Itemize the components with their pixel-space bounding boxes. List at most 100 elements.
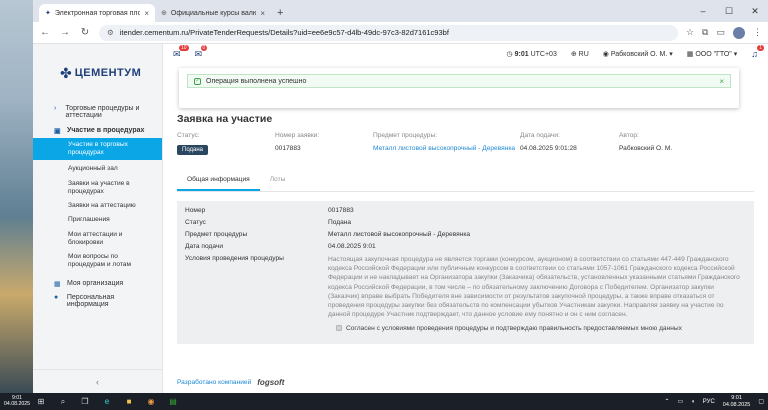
window-controls: – ☐ ✕ — [690, 0, 768, 22]
network-icon[interactable]: ▭ — [677, 398, 683, 405]
minimize-icon[interactable]: – — [690, 0, 716, 22]
browser-tab[interactable]: ⊕ Официальные курсы валют н... × — [155, 4, 271, 22]
address-bar: ← → ↻ ⚙ itender.cementum.ru/PrivateTende… — [33, 22, 768, 44]
meta-number: Номер заявки: 0017883 — [275, 132, 373, 155]
sidebar-item-attestation-requests[interactable]: Заявки на аттестацию — [33, 199, 162, 213]
logo-text: ЦЕМЕНТУМ — [74, 67, 142, 79]
procedure-link[interactable]: Металл листовой высокопрочный - Деревянк… — [328, 231, 746, 238]
task-view-icon[interactable]: ❐ — [74, 397, 96, 406]
close-tab-icon[interactable]: × — [260, 9, 265, 18]
sidebar-item-requests[interactable]: Заявки на участие в процедурах — [33, 177, 162, 199]
new-tab-button[interactable]: + — [271, 7, 289, 22]
detail-key: Условия проведения процедуры — [185, 255, 284, 262]
site-favicon-icon: ✦ — [45, 10, 51, 17]
agree-checkbox[interactable]: Согласен с условиями проведения процедур… — [336, 325, 746, 332]
close-window-icon[interactable]: ✕ — [742, 0, 768, 22]
bell-icon[interactable]: ♫ 1 — [751, 45, 765, 59]
logo[interactable]: ✤ ЦЕМЕНТУМ — [33, 44, 162, 102]
detail-key: Номер — [185, 207, 206, 214]
meta-label: Автор: — [619, 132, 639, 139]
site-info-icon[interactable]: ⚙ — [107, 28, 114, 37]
detail-value: 04.08.2025 9:01 — [328, 243, 376, 250]
excel-icon[interactable]: ▤ — [162, 397, 184, 406]
input-language[interactable]: РУС — [703, 399, 715, 405]
sidebar-item-auction-hall[interactable]: Аукционный зал — [33, 162, 162, 176]
user-menu[interactable]: ◉ Рабковский О. М. ▾ — [603, 50, 673, 58]
maximize-icon[interactable]: ☐ — [716, 0, 742, 22]
clock-time: 9:01 — [514, 51, 529, 58]
extensions-icon[interactable]: ⧉ — [702, 27, 708, 38]
footer-developed-link[interactable]: Разработано компанией — [177, 379, 251, 386]
sidebar-item-invitations[interactable]: Приглашения — [33, 213, 162, 227]
sidebar-group-participation[interactable]: ▣ Участие в процедурах — [33, 124, 162, 138]
url-text: itender.cementum.ru/PrivateTenderRequest… — [119, 28, 449, 37]
sidebar: ✤ ЦЕМЕНТУМ › Торговые процедуры и аттест… — [33, 44, 163, 393]
sidebar-item-questions[interactable]: Мои вопросы по процедурам и лотам — [33, 250, 162, 272]
file-explorer-icon[interactable]: ■ — [118, 397, 140, 406]
tab-lots[interactable]: Лоты — [260, 170, 296, 191]
language-switch[interactable]: ⊕ RU — [571, 50, 589, 58]
detail-row: Статус Подана — [185, 219, 746, 226]
sidepanel-icon[interactable]: ▭ — [716, 27, 725, 38]
sidebar-item-participation[interactable]: Участие в торговых процедурах — [33, 138, 162, 161]
sidebar-group-organization[interactable]: ▦ Моя организация — [33, 277, 162, 291]
check-icon: ✓ — [194, 77, 201, 85]
reload-icon[interactable]: ↻ — [79, 27, 91, 38]
meta-procedure: Предмет процедуры: Металл листовой высок… — [373, 132, 520, 155]
chrome-icon[interactable]: ◉ — [140, 397, 162, 406]
browser-tab-active[interactable]: ✦ Электронная торговая площ... × — [39, 4, 155, 22]
taskbar-clock[interactable]: 9:01 04.08.2025 — [723, 395, 751, 407]
tray-chevron-icon[interactable]: ⌃ — [664, 398, 669, 405]
fogsoft-logo[interactable]: fogsoft — [257, 378, 284, 387]
meta-value: Рабковский О. М. — [619, 145, 673, 152]
volume-icon[interactable]: ◖ — [691, 399, 695, 405]
profile-avatar[interactable] — [733, 26, 745, 39]
sidebar-collapse-icon[interactable]: ‹ — [33, 369, 162, 393]
toast-close-icon[interactable]: × — [719, 77, 724, 86]
forward-icon[interactable]: → — [59, 27, 71, 38]
windows-taskbar: 9:01 04.08.2025 ⊞ ⌕ ❐ e ■ ◉ ▤ ⌃ ▭ ◖ РУС … — [0, 393, 768, 410]
detail-value: 0017883 — [328, 207, 354, 214]
tab-title: Официальные курсы валют н... — [170, 9, 257, 17]
checkbox-icon[interactable] — [336, 325, 342, 332]
edge-icon[interactable]: e — [96, 397, 118, 406]
details-panel: Номер 0017883 Статус Подана Предмет процед… — [177, 201, 754, 344]
org-menu[interactable]: ▦ ООО "ГТО" ▾ — [687, 50, 737, 58]
back-icon[interactable]: ← — [39, 27, 51, 38]
notifications-icon[interactable]: ▢ — [758, 398, 764, 405]
detail-key: Предмет процедуры — [185, 231, 248, 238]
messages-icon[interactable]: ✉ 10 — [173, 44, 189, 60]
menu-kebab-icon[interactable]: ⋮ — [753, 27, 762, 38]
sidebar-group-procedures[interactable]: › Торговые процедуры и аттестации — [33, 102, 162, 122]
detail-row: Дата подачи 04.08.2025 9:01 — [185, 243, 746, 250]
clock-tz: UTC+03 — [530, 51, 557, 58]
close-tab-icon[interactable]: × — [144, 9, 149, 18]
status-badge: Подана — [177, 145, 209, 155]
sidebar-item-attestations[interactable]: Мои аттестации и блокировки — [33, 228, 162, 250]
search-icon[interactable]: ⌕ — [52, 397, 74, 407]
tab-general[interactable]: Общая информация — [177, 170, 260, 191]
toast-message: Операция выполнена успешно — [206, 77, 307, 85]
chat-icon[interactable]: ✉ 0 — [195, 44, 208, 60]
bookmark-star-icon[interactable]: ☆ — [686, 27, 694, 38]
taskbar-left-clock: 9:01 04.08.2025 — [4, 395, 30, 407]
start-icon[interactable]: ⊞ — [30, 397, 52, 406]
detail-row: Номер 0017883 — [185, 207, 746, 214]
meta-status: Статус: Подана — [177, 132, 275, 155]
sidebar-group-label: Торговые процедуры и аттестации — [65, 105, 140, 119]
meta-author: Автор: Рабковский О. М. — [619, 132, 672, 155]
detail-key: Дата подачи — [185, 243, 224, 250]
request-meta: Статус: Подана Номер заявки: 0017883 Пре… — [177, 132, 754, 155]
language-label: RU — [578, 51, 589, 58]
system-tray: ⌃ ▭ ◖ РУС 9:01 04.08.2025 ▢ — [664, 395, 764, 407]
sidebar-group-label: Персональная информация — [66, 293, 115, 308]
sidebar-group-label: Участие в процедурах — [67, 127, 145, 134]
sidebar-group-personal[interactable]: ● Персональная информация — [33, 291, 162, 311]
detail-row: Предмет процедуры Металл листовой высокоп… — [185, 231, 746, 238]
url-field[interactable]: ⚙ itender.cementum.ru/PrivateTenderReque… — [99, 24, 678, 41]
clock-icon: ◷ — [506, 51, 515, 58]
browser-window: ✦ Электронная торговая площ... × ⊕ Офици… — [33, 0, 768, 393]
page-title: Заявка на участие — [177, 113, 273, 125]
procedure-link[interactable]: Металл листовой высокопрочный - Деревянк… — [373, 145, 520, 152]
success-toast: ✓ Операция выполнена успешно × — [179, 68, 739, 108]
